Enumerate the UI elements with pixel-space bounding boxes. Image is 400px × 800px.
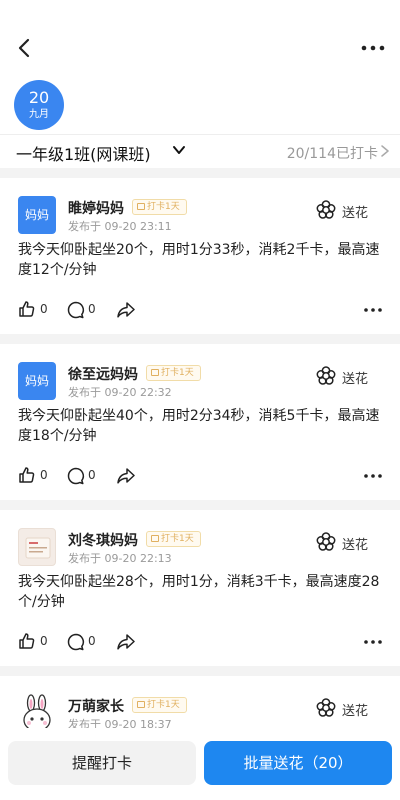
section-divider <box>0 168 400 178</box>
bottom-action-bar: 提醒打卡 批量送花（20） <box>0 728 400 800</box>
comment-icon <box>67 633 85 651</box>
send-flower-label: 送花 <box>342 206 369 221</box>
post-actions: 0 0 <box>18 465 388 487</box>
send-flower-button[interactable]: 送花 <box>316 366 382 388</box>
share-button[interactable] <box>116 299 138 321</box>
rabbit-avatar-icon <box>23 694 51 728</box>
remind-checkin-button[interactable]: 提醒打卡 <box>8 741 196 785</box>
send-flower-button[interactable]: 送花 <box>316 698 382 720</box>
avatar[interactable] <box>18 694 56 728</box>
author-name[interactable]: 徐至远妈妈 <box>68 364 138 384</box>
class-name[interactable]: 一年级1班(网课班) <box>16 141 151 165</box>
like-button[interactable]: 0 <box>18 631 52 653</box>
avatar[interactable]: 妈妈 <box>18 196 56 234</box>
send-flower-label: 送花 <box>342 372 369 387</box>
more-horizontal-icon[interactable] <box>364 640 382 644</box>
thumbs-up-icon <box>19 467 35 483</box>
author-name[interactable]: 万萌家长 <box>68 696 124 716</box>
post-card: 妈妈 徐至远妈妈 打卡1天 发布于 09-20 22:32 送花 我今天仰卧起坐… <box>0 344 400 500</box>
checkin-icon <box>151 369 159 376</box>
share-icon <box>117 468 135 484</box>
chevron-right-icon[interactable] <box>380 145 390 157</box>
more-horizontal-icon[interactable] <box>364 308 382 312</box>
post-time: 发布于 09-20 18:37 <box>68 718 172 728</box>
comment-icon <box>67 467 85 485</box>
comment-count: 0 <box>88 468 96 482</box>
checkin-tag: 打卡1天 <box>132 697 187 713</box>
flower-icon <box>316 200 336 219</box>
chevron-down-icon[interactable] <box>172 143 186 157</box>
send-flower-label: 送花 <box>342 704 369 719</box>
like-count: 0 <box>40 302 48 316</box>
post-content: 我今天仰卧起坐20个，用时1分33秒，消耗2千卡，最高速度12个/分钟 <box>18 242 380 278</box>
author-name[interactable]: 睢婷妈妈 <box>68 198 124 218</box>
share-icon <box>117 634 135 650</box>
comment-button[interactable]: 0 <box>66 631 100 653</box>
checkin-icon <box>137 203 145 210</box>
checkin-tag-label: 打卡1天 <box>147 202 180 212</box>
like-button[interactable]: 0 <box>18 299 52 321</box>
checkin-tag: 打卡1天 <box>132 199 187 215</box>
post-content: 我今天仰卧起坐40个，用时2分34秒，消耗5千卡，最高速度18个/分钟 <box>18 408 380 444</box>
more-horizontal-icon[interactable] <box>360 36 386 60</box>
checkin-tag-label: 打卡1天 <box>161 534 194 544</box>
section-divider <box>0 500 400 510</box>
flower-icon <box>316 532 336 551</box>
avatar[interactable] <box>18 528 56 566</box>
checkin-tag-label: 打卡1天 <box>161 368 194 378</box>
chevron-left-icon[interactable] <box>12 36 36 60</box>
section-divider <box>0 666 400 676</box>
checkin-icon <box>151 535 159 542</box>
checkin-icon <box>137 701 145 708</box>
like-count: 0 <box>40 634 48 648</box>
like-button[interactable]: 0 <box>18 465 52 487</box>
avatar-image <box>25 537 51 559</box>
date-month: 九月 <box>29 109 49 120</box>
author-name[interactable]: 刘冬琪妈妈 <box>68 530 138 550</box>
post-time: 发布于 09-20 22:13 <box>68 552 172 565</box>
post-actions: 0 0 <box>18 299 388 321</box>
post-card: 刘冬琪妈妈 打卡1天 发布于 09-20 22:13 送花 我今天仰卧起坐28个… <box>0 510 400 666</box>
thumbs-up-icon <box>19 633 35 649</box>
batch-send-flower-button[interactable]: 批量送花（20） <box>204 741 392 785</box>
post-card: 万萌家长 打卡1天 发布于 09-20 18:37 送花 <box>0 676 400 728</box>
post-time: 发布于 09-20 22:32 <box>68 386 172 399</box>
class-selector-row: 一年级1班(网课班) 20/114已打卡 <box>0 134 400 168</box>
post-card: 妈妈 睢婷妈妈 打卡1天 发布于 09-20 23:11 送花 我今天仰卧起坐2… <box>0 178 400 334</box>
flower-icon <box>316 698 336 717</box>
thumbs-up-icon <box>19 301 35 317</box>
like-count: 0 <box>40 468 48 482</box>
send-flower-label: 送花 <box>342 538 369 553</box>
share-button[interactable] <box>116 465 138 487</box>
send-flower-button[interactable]: 送花 <box>316 532 382 554</box>
checkin-count[interactable]: 20/114已打卡 <box>287 143 378 163</box>
date-badge[interactable]: 20 九月 <box>14 80 64 130</box>
comment-button[interactable]: 0 <box>66 299 100 321</box>
more-horizontal-icon[interactable] <box>364 474 382 478</box>
top-bar <box>0 0 400 80</box>
date-day: 20 <box>28 88 50 107</box>
post-content: 我今天仰卧起坐28个，用时1分，消耗3千卡，最高速度28个/分钟 <box>18 574 380 610</box>
checkin-tag: 打卡1天 <box>146 365 201 381</box>
send-flower-button[interactable]: 送花 <box>316 200 382 222</box>
share-button[interactable] <box>116 631 138 653</box>
checkin-tag-label: 打卡1天 <box>147 700 180 710</box>
post-actions: 0 0 <box>18 631 388 653</box>
section-divider <box>0 334 400 344</box>
comment-count: 0 <box>88 634 96 648</box>
comment-count: 0 <box>88 302 96 316</box>
comment-button[interactable]: 0 <box>66 465 100 487</box>
share-icon <box>117 302 135 318</box>
avatar[interactable]: 妈妈 <box>18 362 56 400</box>
post-time: 发布于 09-20 23:11 <box>68 220 172 233</box>
flower-icon <box>316 366 336 385</box>
checkin-tag: 打卡1天 <box>146 531 201 547</box>
comment-icon <box>67 301 85 319</box>
